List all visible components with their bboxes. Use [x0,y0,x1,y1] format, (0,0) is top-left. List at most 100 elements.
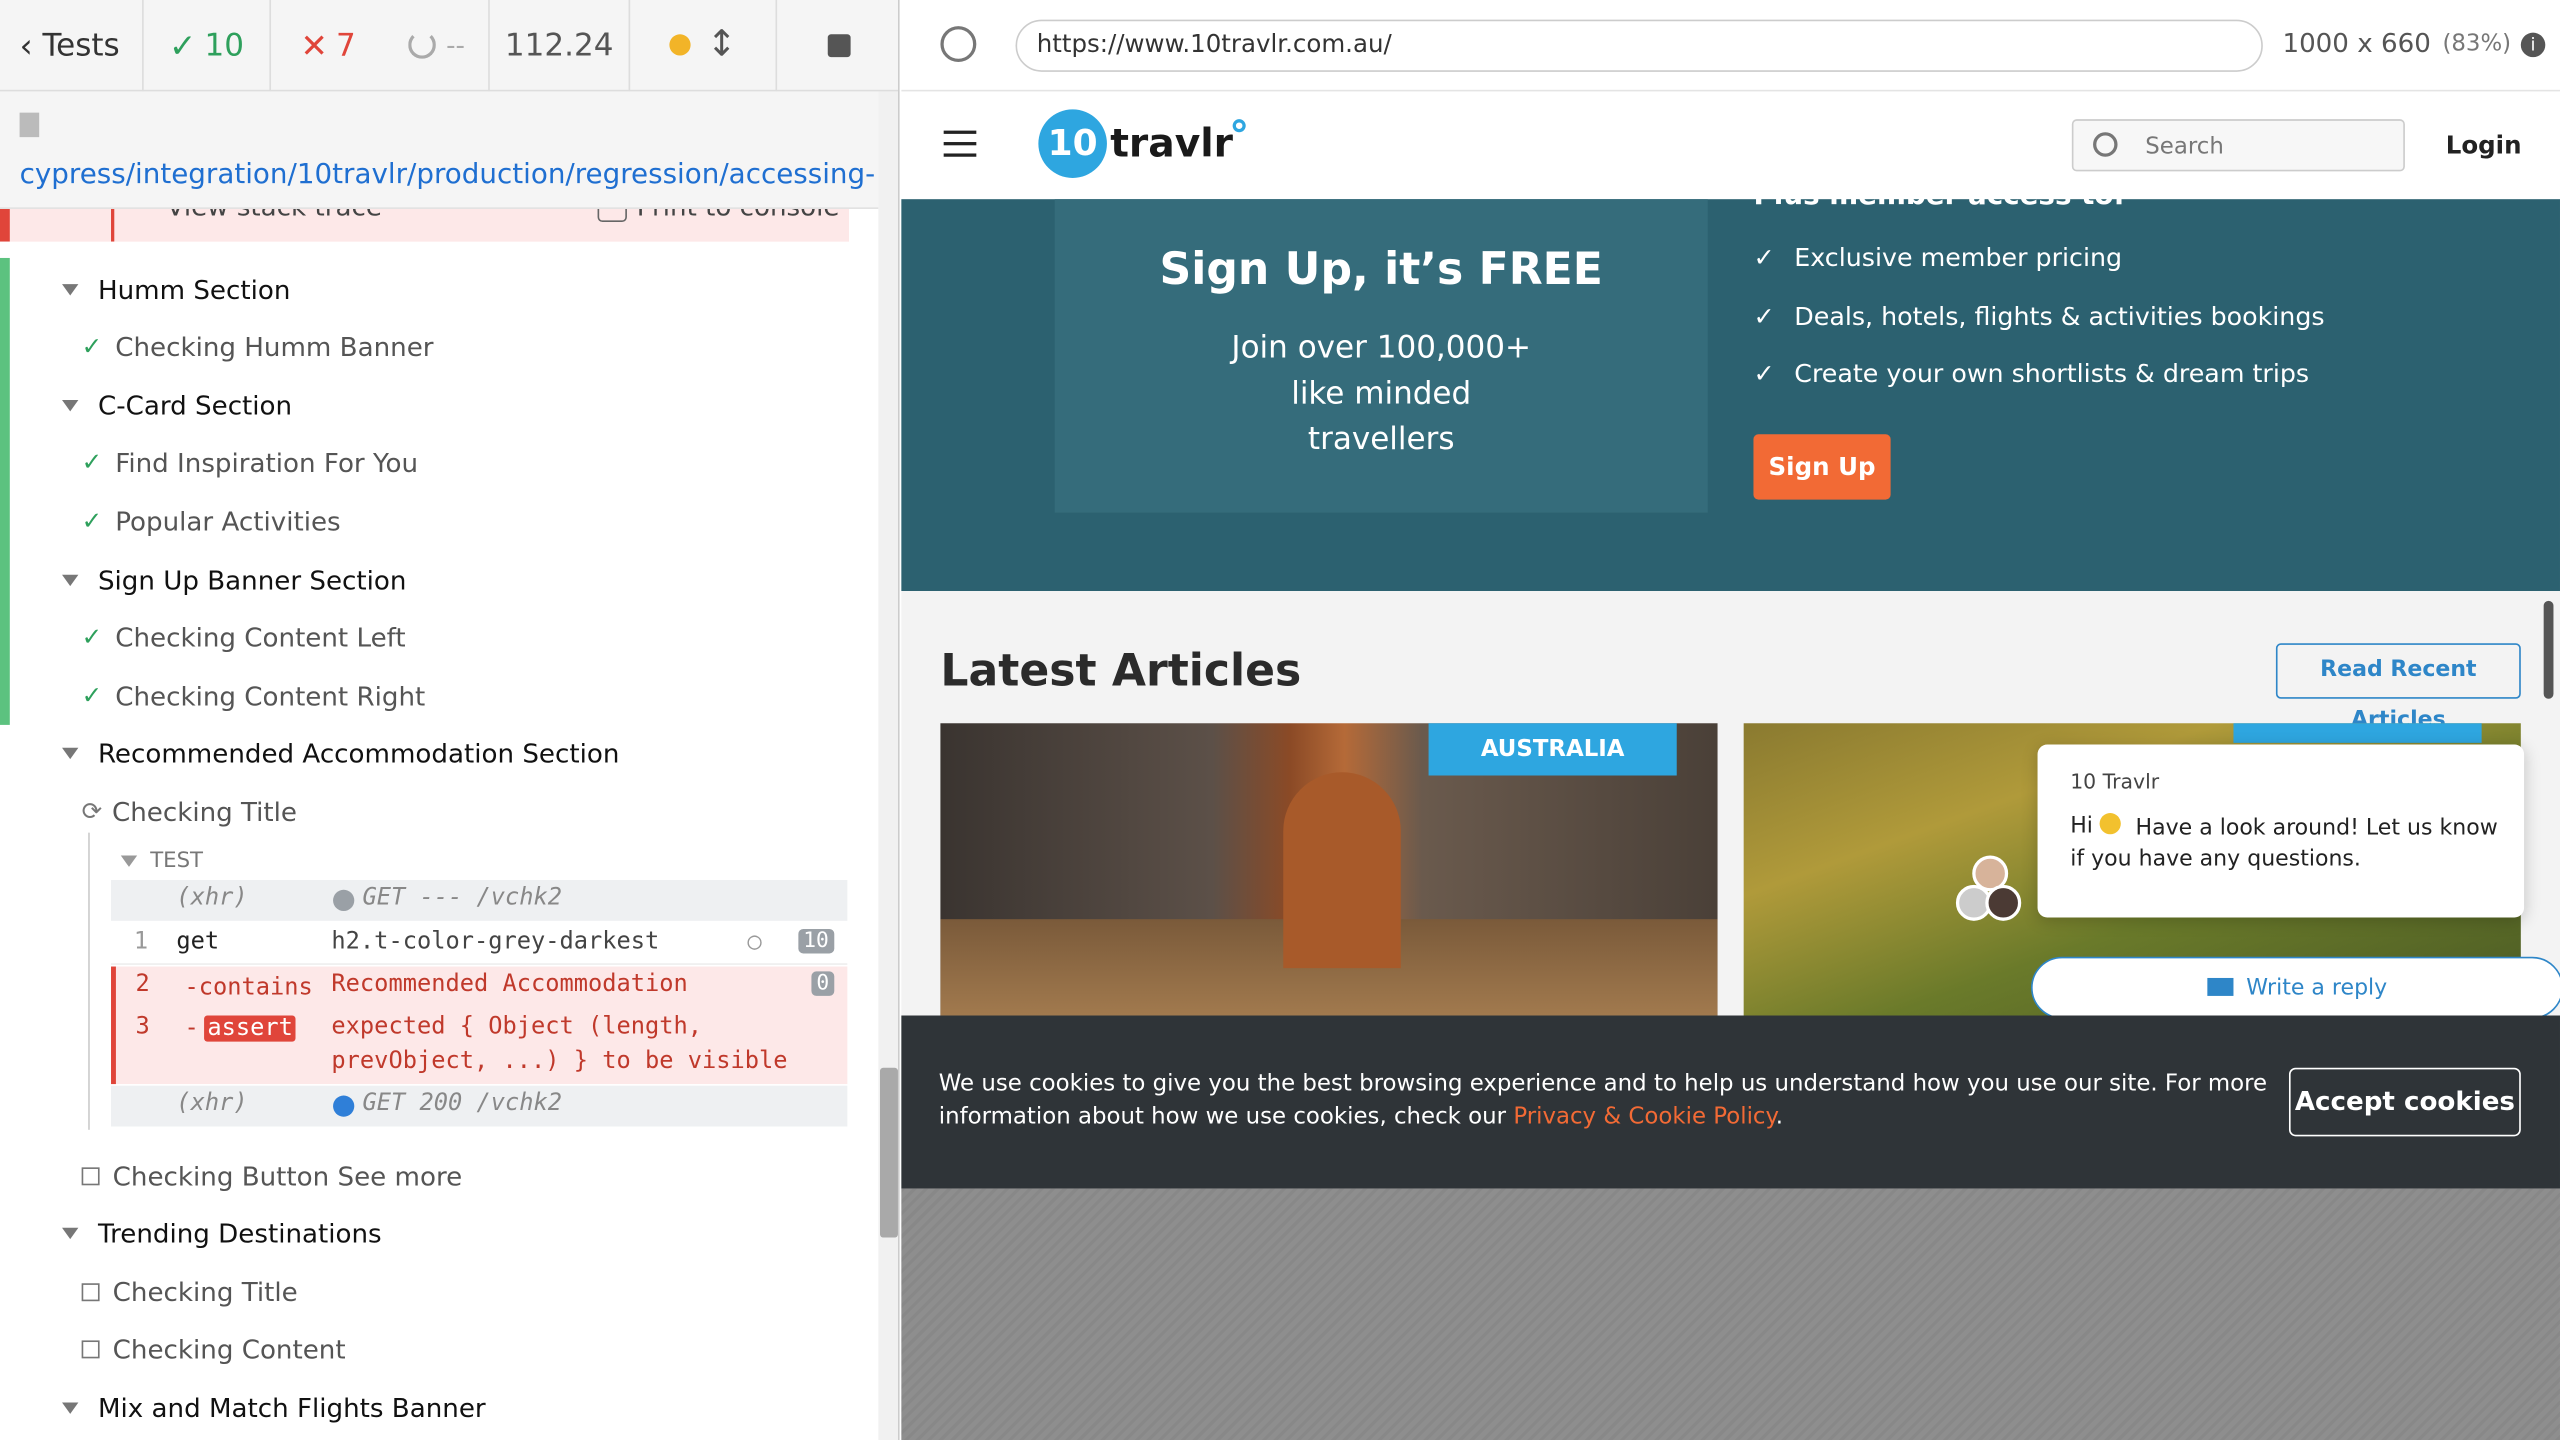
test-popular-activities[interactable]: ✓ Popular Activities [82,496,341,545]
tests-back-label: Tests [42,26,120,63]
test-block-header[interactable]: TEST [120,836,203,885]
test-checking-humm-banner[interactable]: ✓ Checking Humm Banner [82,322,434,371]
site-logo[interactable]: 10 travlr [1038,108,1247,180]
selector-playground-icon[interactable] [940,26,977,63]
assert-badge: assert [204,1015,297,1042]
failed-stat[interactable]: ✕ 7 [271,0,385,91]
suite-sign-up-banner[interactable]: Sign Up Banner Section [62,555,406,604]
suite-trending-destinations[interactable]: Trending Destinations [62,1208,382,1257]
success-dot-icon [333,1095,355,1117]
privacy-cookie-policy-link[interactable]: Privacy & Cookie Policy [1513,1104,1775,1130]
cookie-banner: We use cookies to give you the best brow… [901,1015,2560,1189]
auto-scroll-toggle[interactable]: ↕ [630,0,778,91]
hamburger-menu-icon[interactable] [943,130,977,157]
check-icon: ✓ [1753,359,1775,389]
chat-message: Have a look around! Let us know if you h… [2070,814,2498,872]
benefit-item: ✓ Exclusive member pricing [1753,243,2123,273]
signup-button[interactable]: Sign Up [1753,434,1891,500]
command-get[interactable]: 1 get h2.t-color-grey-darkest ◯ 10 [111,922,848,965]
collapse-caret-icon [120,854,138,867]
search-box[interactable]: Search [2071,119,2405,172]
chat-popup[interactable]: 10 Travlr Hi Have a look around! Let us … [2037,744,2525,918]
read-recent-articles-button[interactable]: Read Recent Articles [2275,643,2521,733]
collapse-caret-icon [62,1226,79,1239]
accept-cookies-button[interactable]: Accept cookies [2288,1067,2521,1137]
pending-stat[interactable]: -- [385,0,490,91]
collapse-caret-icon [62,399,79,411]
test-find-inspiration[interactable]: ✓ Find Inspiration For You [82,438,418,487]
test-checking-button-see-more[interactable]: Checking Button See more [81,1151,462,1200]
command-xhr-200[interactable]: (xhr) GET 200 /vchk2 [111,1085,848,1127]
app-scrollbar[interactable] [2543,600,2554,699]
command-xhr-pending[interactable]: (xhr) GET --- /vchk2 [111,879,848,921]
chat-sender: 10 Travlr [2070,768,2160,794]
element-count-badge: 10 [798,928,834,954]
arrows-vertical-icon: ↕ [706,24,737,66]
x-icon: ✕ [300,25,328,65]
print-console-link[interactable]: Print to console [597,208,840,223]
location-pin-icon [1233,119,1247,133]
app-preview: https://www.10travlr.com.au/ 1000 x 660 … [901,0,2560,1440]
check-icon: ✓ [81,331,103,361]
pending-square-icon [81,1282,100,1301]
test-checking-content[interactable]: Checking Content [81,1324,346,1373]
test-reporter-panel: ‹ Tests ✓ 10 ✕ 7 -- 112.24 ↕ cypress/int… [0,0,900,1440]
collapse-caret-icon [62,1401,79,1414]
collapse-caret-icon [62,283,79,295]
check-icon: ✓ [81,680,103,711]
pending-count: -- [446,29,465,61]
terminal-icon [597,208,627,223]
passed-stat[interactable]: ✓ 10 [144,0,272,91]
benefit-item: ✓ Deals, hotels, flights & activities boo… [1753,302,2325,332]
suite-c-card[interactable]: C-Card Section [62,380,292,429]
browser-bar: https://www.10travlr.com.au/ 1000 x 660 … [901,0,2560,92]
url-bar[interactable]: https://www.10travlr.com.au/ [1015,19,2263,72]
info-icon[interactable]: i [2520,32,2546,58]
search-placeholder: Search [2145,133,2224,160]
status-dot-icon [669,34,691,56]
cookie-text: We use cookies to give you the best brow… [938,1071,2268,1130]
chat-reply-button[interactable]: Write a reply [2031,956,2560,1019]
spec-path-bar[interactable]: cypress/integration/10travlr/production/… [0,91,879,238]
circle-notch-icon [408,31,437,59]
passed-indicator-bar [0,257,10,725]
signup-subtitle-line3: travellers [1307,421,1455,458]
check-icon: ✓ [169,25,197,65]
command-failed-block[interactable]: 2 -contains Recommended Accommodation 0 … [111,966,848,1085]
article-tag[interactable]: AUSTRALIA [1428,723,1677,776]
tests-back-button[interactable]: ‹ Tests [0,0,144,91]
duration: 112.24 [490,0,631,91]
check-icon: ✓ [81,447,103,477]
viewport-empty-area [901,1188,2560,1440]
site-header: 10 travlr Search Login [901,91,2560,200]
signup-subtitle-line2: like minded [1291,375,1472,412]
failed-count: 7 [336,26,356,63]
search-icon [2093,132,2118,157]
test-checking-title-pending[interactable]: Checking Title [81,1267,298,1316]
signup-left-panel: Sign Up, it’s FREE Join over 100,000+ li… [1054,199,1708,513]
suite-recommended-accommodation[interactable]: Recommended Accommodation Section [62,728,619,777]
command-tree-line [88,832,90,1130]
print-console-label: Print to console [637,209,840,222]
benefit-item: ✓ Create your own shortlists & dream trip… [1753,359,2310,389]
suite-mix-and-match-flights[interactable]: Mix and Match Flights Banner [62,1383,486,1432]
url-text: https://www.10travlr.com.au/ [1036,29,1392,59]
test-checking-content-left[interactable]: ✓ Checking Content Left [82,612,406,661]
file-icon [19,112,40,138]
passed-count: 10 [204,26,245,63]
check-icon: ✓ [81,622,103,652]
signup-banner: Sign Up, it’s FREE Join over 100,000+ li… [901,180,2560,592]
stop-button[interactable] [777,0,898,91]
pending-square-icon [81,1166,100,1185]
test-checking-content-right[interactable]: ✓ Checking Content Right [82,671,426,720]
test-checking-title-running[interactable]: ⟳ Checking Title [82,787,297,836]
eye-slash-icon: ◯ [747,928,762,956]
signup-subtitle-line1: Join over 100,000+ [1231,329,1532,366]
reporter-scrollbar[interactable] [878,91,898,1440]
collapse-caret-icon [62,746,79,759]
envelope-icon [2207,977,2234,996]
login-link[interactable]: Login [2446,131,2522,160]
reporter-scrollbar-thumb[interactable] [879,1067,898,1238]
view-stack-trace-link[interactable]: View stack trace [167,209,382,222]
suite-humm[interactable]: Humm Section [62,264,290,313]
